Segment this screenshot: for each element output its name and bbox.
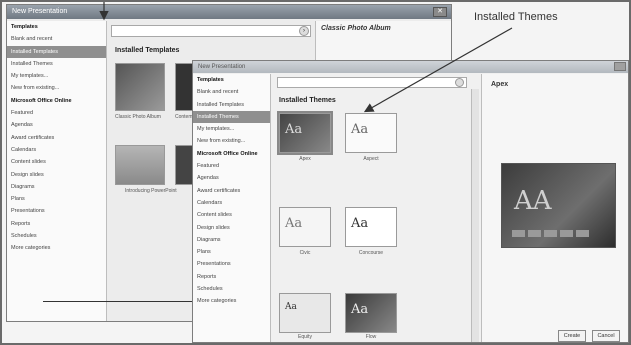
callout-arrow-line — [363, 27, 513, 113]
callout-arrows — [99, 2, 513, 113]
